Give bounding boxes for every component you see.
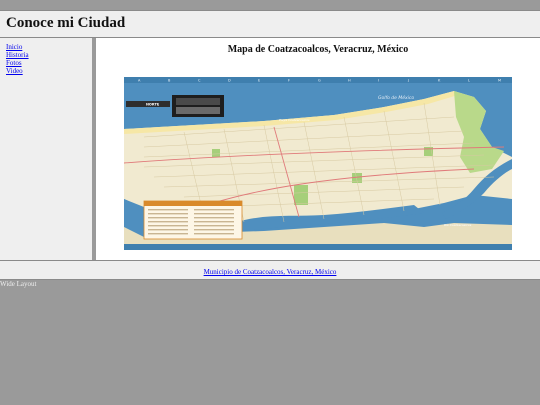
nav-item-fotos: Fotos — [6, 59, 92, 67]
footer-link[interactable]: Municipio de Coatzacoalcos, Veracruz, Mé… — [204, 268, 337, 276]
nav-item-historia: Historia — [6, 51, 92, 59]
map-north-label: NORTE — [146, 103, 160, 107]
map-col-letter: F — [288, 79, 290, 83]
map-legend-header — [144, 201, 242, 206]
city-map-image: A B C D E F G H I J K L M NORTE Golfo de… — [124, 77, 512, 250]
sidebar-nav: Inicio Historia Fotos Video — [0, 38, 92, 260]
layout-label: Wide Layout — [0, 280, 37, 288]
main-content: Mapa de Coatzacoalcos, Veracruz, México … — [96, 38, 540, 260]
map-beach-label: Playa Coatzacoalcos — [279, 118, 310, 122]
map-bottom-ruler — [124, 244, 512, 250]
map-col-letter: D — [228, 79, 231, 83]
site-header: Conoce mi Ciudad — [0, 10, 540, 38]
map-col-letter: H — [348, 79, 351, 83]
map-col-letter: M — [498, 79, 501, 83]
nav-link-fotos[interactable]: Fotos — [6, 59, 22, 67]
map-col-letter: E — [258, 79, 260, 83]
map-col-letter: G — [318, 79, 321, 83]
map-col-letter: I — [378, 79, 379, 83]
map-inset-photo-band — [176, 107, 220, 114]
nav-link-video[interactable]: Video — [6, 67, 23, 75]
map-park — [212, 149, 220, 157]
map-gulf-label: Golfo de México — [378, 94, 414, 101]
site-footer: Municipio de Coatzacoalcos, Veracruz, Mé… — [0, 260, 540, 280]
top-frame-bar — [0, 0, 540, 10]
page-heading: Mapa de Coatzacoalcos, Veracruz, México — [227, 44, 409, 55]
nav-list: Inicio Historia Fotos Video — [0, 38, 92, 75]
map-inset-photo-band — [176, 98, 220, 105]
map-river-label: Río Coatzacoalcos — [444, 223, 472, 227]
nav-link-inicio[interactable]: Inicio — [6, 43, 22, 51]
map-col-letter: J — [407, 79, 409, 83]
nav-link-historia[interactable]: Historia — [6, 51, 29, 59]
map-park — [294, 185, 308, 205]
nav-item-inicio: Inicio — [6, 43, 92, 51]
nav-item-video: Video — [6, 67, 92, 75]
map-col-letter: L — [468, 79, 470, 83]
site-title: Conoce mi Ciudad — [6, 15, 126, 31]
